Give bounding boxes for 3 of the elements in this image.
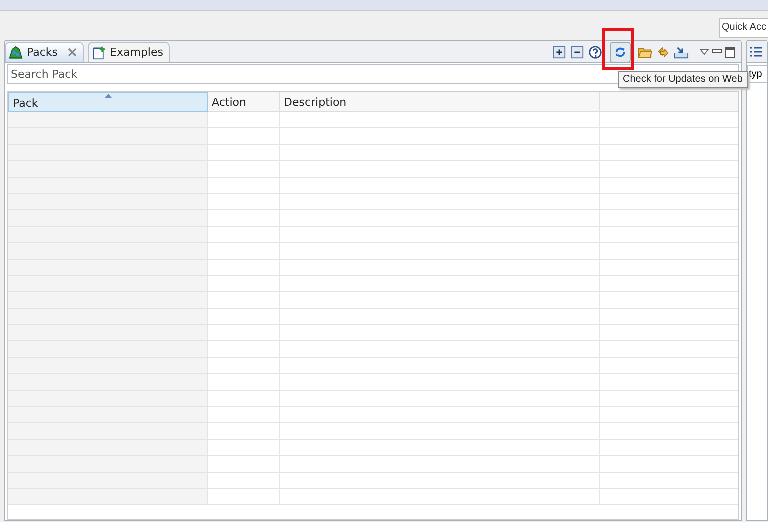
tab-label: Examples bbox=[110, 46, 164, 59]
tab-label: Packs bbox=[27, 46, 58, 59]
tooltip: Check for Updates on Web bbox=[618, 71, 748, 88]
